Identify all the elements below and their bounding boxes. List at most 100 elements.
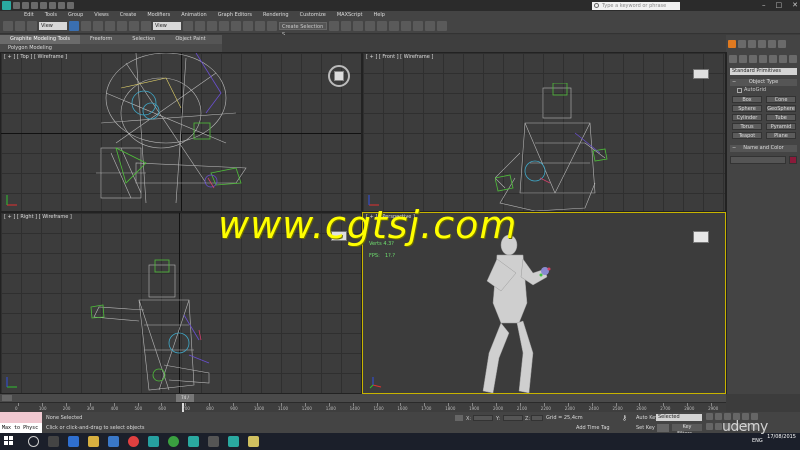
mirror-icon[interactable] [329,21,339,31]
polygon-modeling-label[interactable]: Polygon Modeling [0,45,52,51]
motion-tab-icon[interactable] [758,40,766,48]
utilities-tab-icon[interactable] [778,40,786,48]
select-object-icon[interactable] [69,21,79,31]
render-setup-icon[interactable] [413,21,423,31]
modify-tab-icon[interactable] [738,40,746,48]
store-icon[interactable] [108,436,119,447]
object-color-swatch[interactable] [789,156,797,164]
cone-button[interactable]: Cone [766,96,796,103]
menu-create[interactable]: Create [120,12,137,18]
spinner-snap-icon[interactable] [255,21,265,31]
cylinder-button[interactable]: Cylinder [732,114,762,121]
link-icon[interactable] [3,21,13,31]
go-to-start-icon[interactable] [706,413,713,420]
x-coord-field[interactable] [473,415,493,421]
rendered-frame-icon[interactable] [425,21,435,31]
maxscript-listener-input[interactable] [0,412,42,423]
cameras-icon[interactable] [759,55,767,63]
torus-button[interactable]: Torus [732,123,762,130]
plane-button[interactable]: Plane [766,132,796,139]
viewport-label[interactable]: [ + ] [ Front ] [ Wireframe ] [366,54,433,60]
curve-editor-icon[interactable] [377,21,387,31]
y-coord-field[interactable] [503,415,523,421]
systems-icon[interactable] [789,55,797,63]
camtasia-icon[interactable] [168,436,179,447]
key-filters-button[interactable]: Key Filters... [672,424,702,437]
redo-icon[interactable] [49,2,56,9]
zoom-icon[interactable] [706,423,713,430]
minimize-icon[interactable]: – [762,0,766,11]
new-file-icon[interactable] [13,2,20,9]
auto-key-button[interactable]: Auto Key [636,415,658,421]
unlink-icon[interactable] [15,21,25,31]
pyramid-button[interactable]: Pyramid [766,123,796,130]
sphere-button[interactable]: Sphere [732,105,762,112]
hold-icon[interactable] [58,2,65,9]
geometry-icon[interactable] [729,55,737,63]
app-icon[interactable] [208,436,219,447]
save-file-icon[interactable] [31,2,38,9]
teapot-button[interactable]: Teapot [732,132,762,139]
3dsmax-taskbar-icon[interactable] [188,436,199,447]
menu-animation[interactable]: Animation [181,12,207,18]
undo-icon[interactable] [40,2,47,9]
tube-button[interactable]: Tube [766,114,796,121]
selection-lock-icon[interactable] [455,415,463,421]
open-file-icon[interactable] [22,2,29,9]
menu-modifiers[interactable]: Modifiers [147,12,170,18]
menu-tools[interactable]: Tools [45,12,57,18]
mini-curve-editor-icon[interactable] [2,395,12,401]
selection-filter-dropdown[interactable]: View [39,22,67,30]
menu-views[interactable]: Views [94,12,108,18]
create-tab-icon[interactable] [728,40,736,48]
snap-icon[interactable] [219,21,229,31]
viewcube-icon[interactable] [693,69,709,79]
autogrid-checkbox[interactable]: AutoGrid [737,87,790,93]
graphite-toggle-icon[interactable] [365,21,375,31]
move-icon[interactable] [117,21,127,31]
app-icon[interactable] [248,436,259,447]
menu-rendering[interactable]: Rendering [263,12,289,18]
object-type-rollout[interactable]: − Object Type [730,79,797,86]
align-icon[interactable] [341,21,351,31]
tab-object-paint[interactable]: Object Paint [165,35,215,44]
windows-start-icon[interactable] [4,436,14,446]
menu-customize[interactable]: Customize [300,12,326,18]
menu-edit[interactable]: Edit [24,12,34,18]
window-crossing-icon[interactable] [105,21,115,31]
geosphere-button[interactable]: GeoSphere [766,105,796,112]
scale-icon[interactable] [141,21,151,31]
bind-spacewarp-icon[interactable] [27,21,37,31]
key-icon[interactable]: ⚷ [622,414,632,422]
search-icon[interactable] [28,436,39,447]
time-slider-thumb[interactable]: 74 / 3000 [176,394,194,408]
spacewarps-icon[interactable] [779,55,787,63]
viewcube-icon[interactable] [693,231,709,243]
menu-help[interactable]: Help [374,12,385,18]
material-editor-icon[interactable] [401,21,411,31]
set-key-button[interactable] [657,424,669,432]
viewport-label[interactable]: [ + ] [ Top ] [ Wireframe ] [4,54,67,60]
app-icon[interactable] [148,436,159,447]
keyboard-shortcut-icon[interactable] [207,21,217,31]
viewcube-icon[interactable] [328,65,350,87]
menu-maxscript[interactable]: MAXScript [337,12,363,18]
viewport-front[interactable]: [ + ] [ Front ] [ Wireframe ] [362,52,726,212]
file-explorer-icon[interactable] [88,436,99,447]
percent-snap-icon[interactable] [243,21,253,31]
track-bar[interactable]: 0 100 200 300 400 500 600 700 800 900 1000 1100 1200… [0,402,726,413]
app-logo-icon[interactable] [2,1,11,10]
time-slider[interactable]: 74 / 3000 [0,394,726,408]
maxscript-listener-output[interactable]: Max to Physc [0,423,42,433]
render-production-icon[interactable] [437,21,447,31]
layer-manager-icon[interactable] [353,21,363,31]
menu-group[interactable]: Group [68,12,83,18]
tab-freeform[interactable]: Freeform [80,35,122,44]
input-language[interactable]: ENG [752,438,763,444]
z-coord-field[interactable] [531,415,543,421]
primitives-dropdown[interactable]: Standard Primitives [730,68,797,75]
viewport-top[interactable]: [ + ] [ Top ] [ Wireframe ] [0,52,362,212]
lights-icon[interactable] [749,55,757,63]
zoom-all-icon[interactable] [715,423,722,430]
checkbox-icon[interactable] [737,87,742,93]
